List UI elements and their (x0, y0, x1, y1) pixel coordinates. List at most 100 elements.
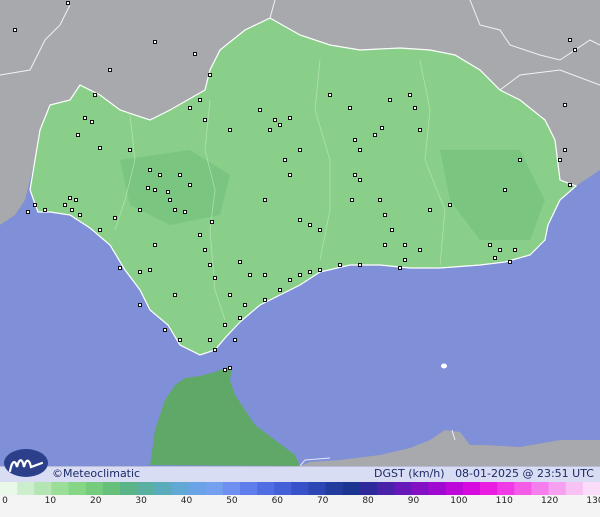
scale-color-cell (582, 482, 600, 495)
station-marker (408, 93, 412, 97)
station-marker (108, 68, 112, 72)
station-marker (33, 203, 37, 207)
variable-and-time: DGST (km/h) 08-01-2025 @ 23:51 UTC (374, 467, 594, 480)
station-marker (98, 228, 102, 232)
station-marker (518, 158, 522, 162)
scale-color-cell (102, 482, 121, 495)
scale-color-cell (154, 482, 172, 495)
station-marker (283, 158, 287, 162)
scale-tick-label: 60 (271, 496, 284, 506)
station-marker (153, 188, 157, 192)
weather-map (0, 0, 600, 517)
station-marker (248, 273, 252, 277)
station-marker (76, 133, 80, 137)
station-marker (78, 213, 82, 217)
scale-color-cell (445, 482, 464, 495)
station-marker (358, 178, 362, 182)
station-marker (208, 338, 212, 342)
color-scale-ticks: 0 10 20 30 40 50 60 70 80 90 100 110 120 130 (0, 496, 600, 514)
station-marker (353, 138, 357, 142)
datetime-label: 08-01-2025 @ 23:51 UTC (455, 467, 594, 480)
station-marker (228, 293, 232, 297)
station-marker (448, 203, 452, 207)
scale-color-cell (360, 482, 378, 495)
station-marker (263, 298, 267, 302)
station-marker (573, 48, 577, 52)
station-marker (288, 173, 292, 177)
station-marker (268, 128, 272, 132)
station-marker (318, 228, 322, 232)
scale-tick-label: 80 (362, 496, 374, 506)
station-marker (26, 210, 30, 214)
scale-tick-label: 100 (450, 496, 468, 506)
station-marker (228, 366, 232, 370)
station-marker (208, 73, 212, 77)
station-marker (568, 183, 572, 187)
scale-color-cell (34, 482, 52, 495)
scale-tick-label: 20 (90, 496, 102, 506)
station-marker (193, 52, 197, 56)
station-marker (13, 28, 17, 32)
scale-color-cell (0, 482, 18, 495)
station-marker (298, 218, 302, 222)
scale-color-cell (325, 482, 344, 495)
station-marker (153, 243, 157, 247)
scale-color-cell (308, 482, 327, 495)
station-marker (288, 278, 292, 282)
station-marker (238, 316, 242, 320)
scale-color-cell (240, 482, 258, 495)
station-marker (183, 210, 187, 214)
station-marker (113, 216, 117, 220)
scale-tick-label: 30 (135, 496, 147, 506)
station-marker (318, 268, 322, 272)
station-marker (66, 1, 70, 5)
station-marker (74, 198, 78, 202)
scale-tick-label: 50 (226, 496, 238, 506)
scale-color-cell (17, 482, 35, 495)
station-marker (173, 293, 177, 297)
station-marker (348, 106, 352, 110)
station-marker (68, 196, 72, 200)
station-marker (508, 260, 512, 264)
logo-m-icon (8, 459, 44, 473)
scale-tick-label: 110 (495, 496, 513, 506)
station-marker (418, 248, 422, 252)
station-marker (210, 220, 214, 224)
station-marker (158, 173, 162, 177)
station-marker (128, 148, 132, 152)
scale-color-cell (222, 482, 241, 495)
station-marker (203, 118, 207, 122)
scale-color-cell (480, 482, 498, 495)
station-marker (83, 116, 87, 120)
station-marker (223, 368, 227, 372)
station-marker (563, 103, 567, 107)
scale-color-cell (497, 482, 515, 495)
station-marker (568, 38, 572, 42)
variable-label: DGST (km/h) (374, 467, 445, 480)
station-marker (258, 108, 262, 112)
station-marker (198, 98, 202, 102)
station-marker (138, 303, 142, 307)
station-marker (308, 223, 312, 227)
scale-color-cell (394, 482, 412, 495)
station-marker (148, 168, 152, 172)
station-marker (146, 186, 150, 190)
station-marker (563, 148, 567, 152)
color-scale-strip (0, 482, 600, 495)
meteoclimatic-logo-icon (4, 449, 48, 477)
station-marker (203, 248, 207, 252)
station-marker (213, 276, 217, 280)
station-marker (353, 173, 357, 177)
station-marker (558, 158, 562, 162)
station-marker (118, 266, 122, 270)
station-marker (70, 208, 74, 212)
scale-tick-label: 90 (407, 496, 420, 506)
station-marker (273, 118, 277, 122)
station-marker (513, 248, 517, 252)
station-marker (358, 263, 362, 267)
station-marker (233, 338, 237, 342)
station-marker (288, 116, 292, 120)
station-marker (373, 133, 377, 137)
scale-color-cell (462, 482, 481, 495)
station-marker (358, 148, 362, 152)
